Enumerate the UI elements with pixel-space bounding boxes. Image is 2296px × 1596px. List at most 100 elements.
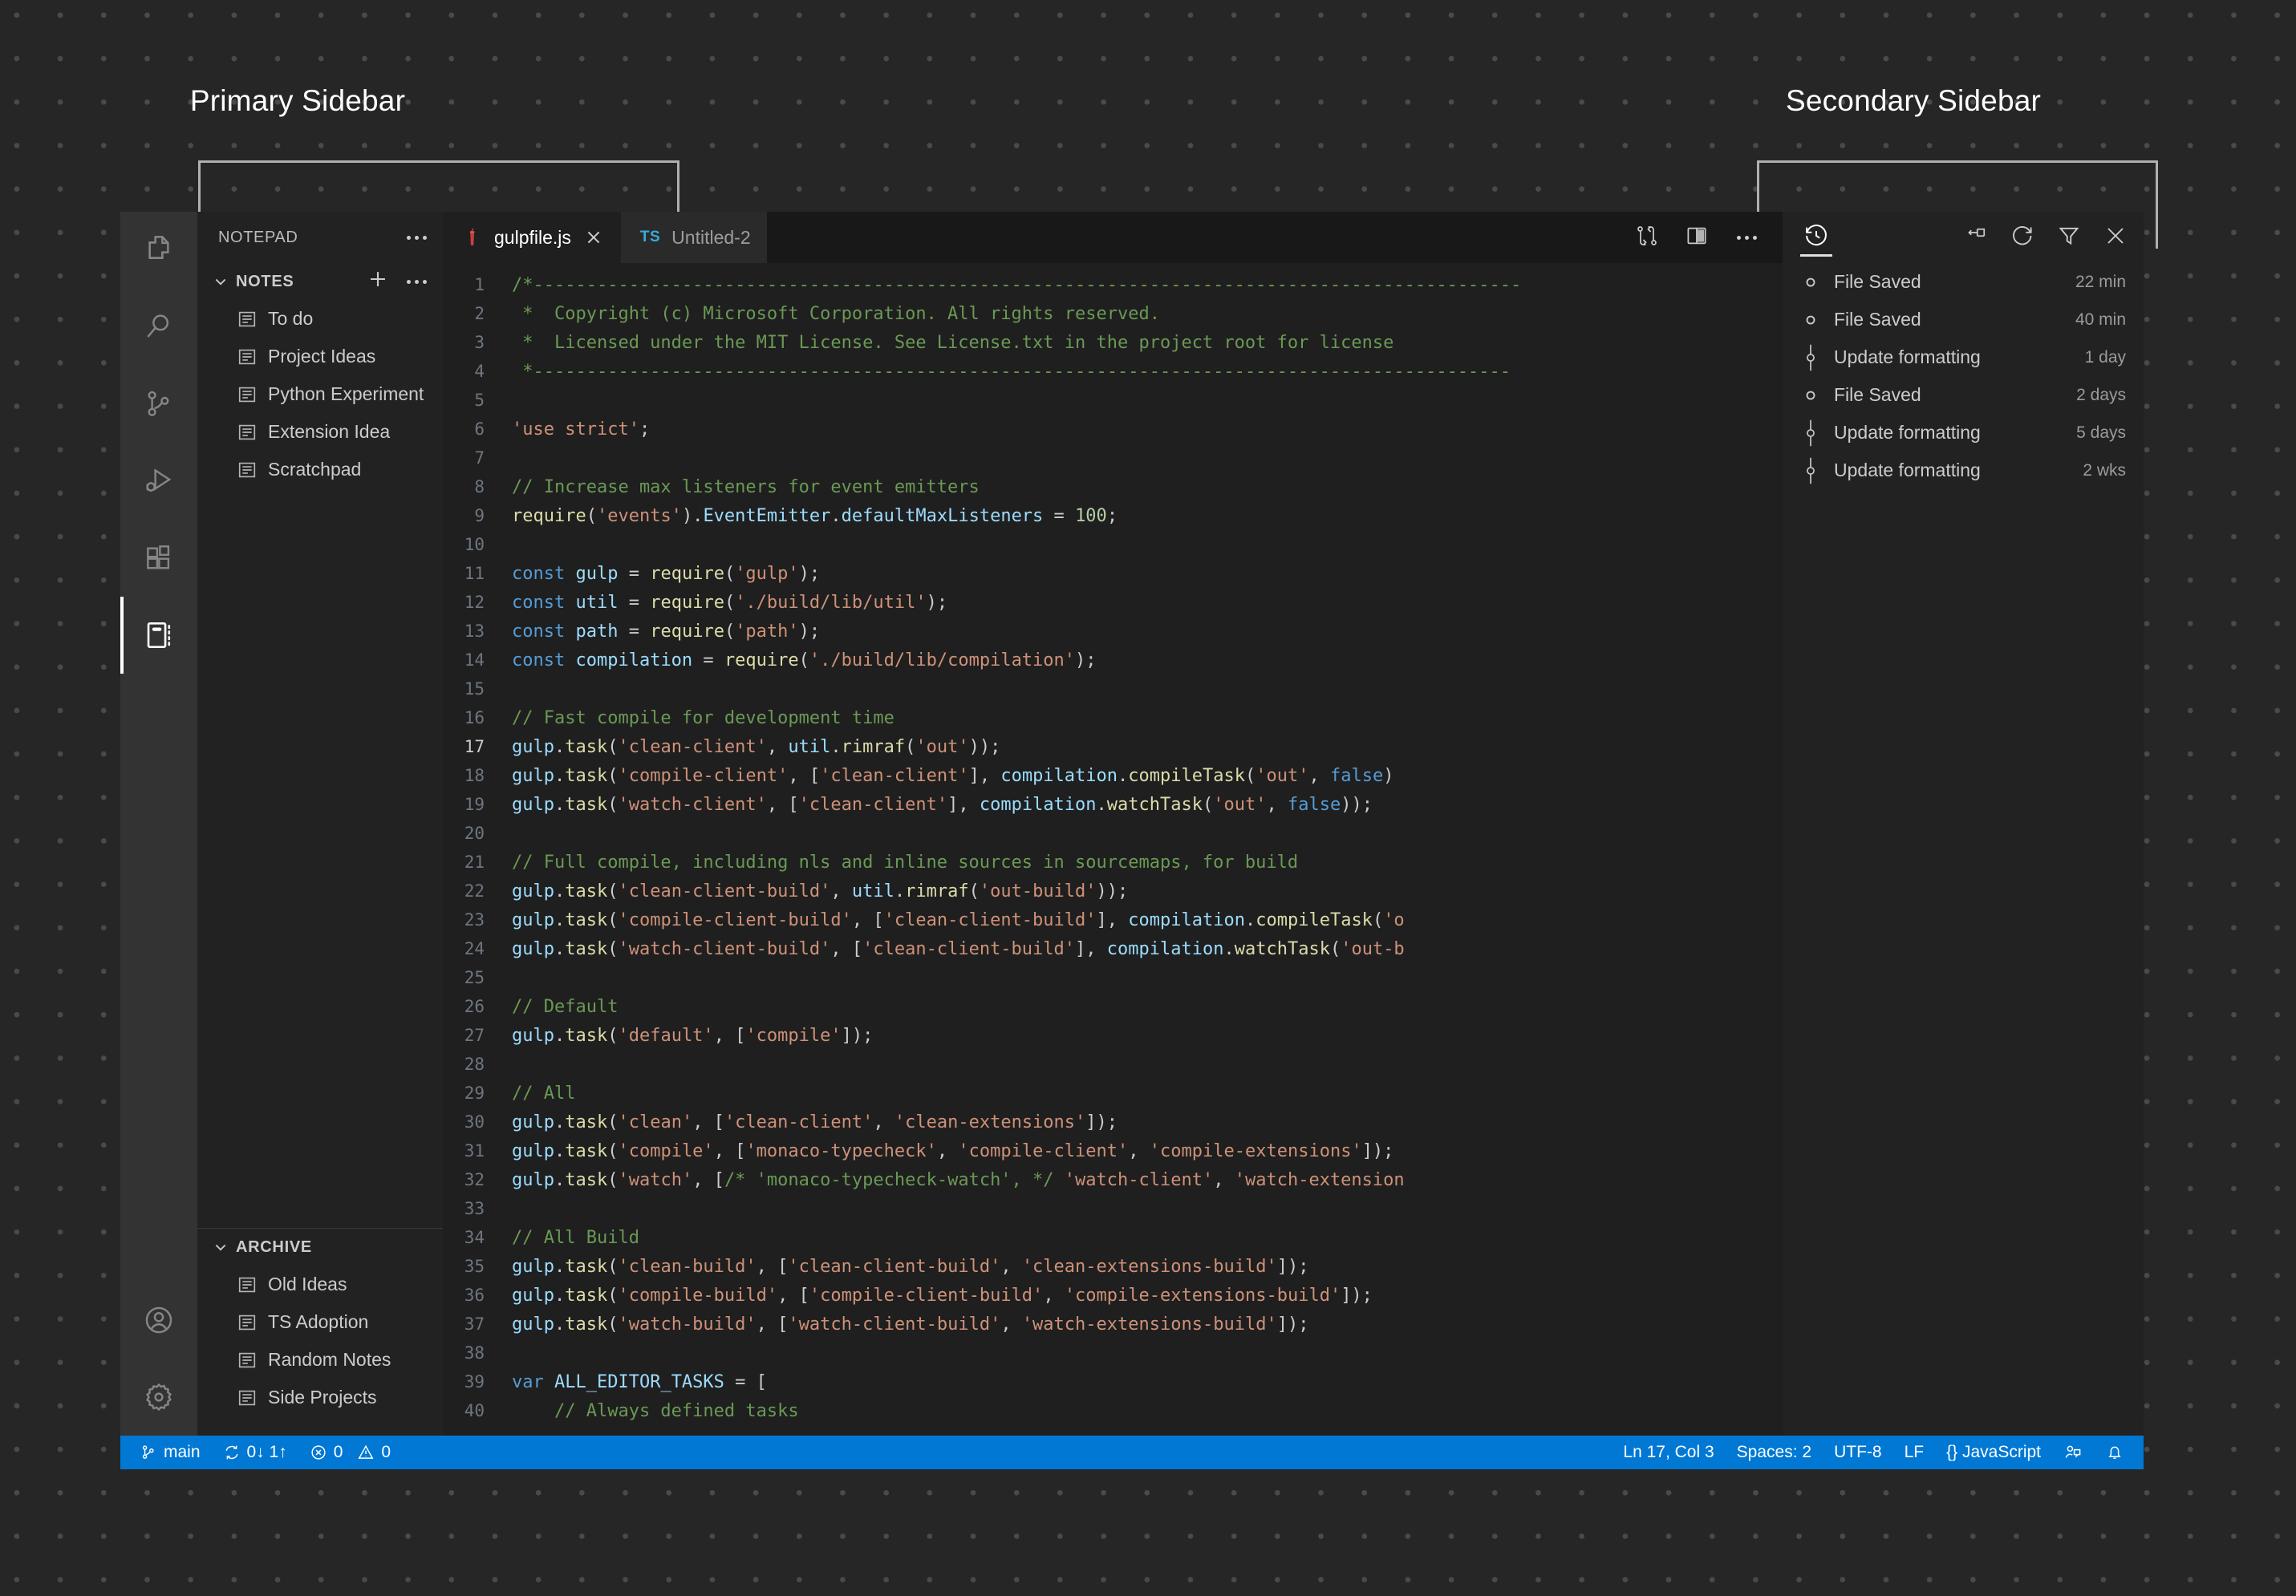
status-sync[interactable]: 0↓ 1↑ <box>212 1436 298 1469</box>
timeline-row[interactable]: File Saved 22 min <box>1783 263 2144 301</box>
refresh-button[interactable] <box>2010 224 2034 252</box>
code-line: 6 'use strict'; <box>443 415 1783 444</box>
line-text: * Licensed under the MIT License. See Li… <box>512 333 1394 353</box>
timeline-time: 2 days <box>2076 385 2126 404</box>
status-branch[interactable]: main <box>128 1436 212 1469</box>
status-cursor-position[interactable]: Ln 17, Col 3 <box>1612 1436 1725 1469</box>
editor-tab-gulpfile[interactable]: gulpfile.js <box>443 212 621 263</box>
tree-item[interactable]: Scratchpad <box>197 451 443 488</box>
status-eol[interactable]: LF <box>1893 1436 1936 1469</box>
status-notifications[interactable] <box>2094 1436 2136 1469</box>
activity-bar-item-manage[interactable] <box>120 1359 197 1436</box>
tree-item-label: Side Projects <box>268 1387 377 1408</box>
tree-item-label: TS Adoption <box>268 1311 369 1332</box>
timeline-row[interactable]: Update formatting 2 wks <box>1783 452 2144 489</box>
tree-item[interactable]: Old Ideas <box>197 1266 443 1303</box>
tree-item[interactable]: Project Ideas <box>197 338 443 375</box>
line-text: gulp.task('compile-build', ['compile-cli… <box>512 1286 1373 1306</box>
editor-tab-untitled-2[interactable]: TS Untitled-2 <box>620 212 767 263</box>
files-icon <box>142 233 176 267</box>
tree-item[interactable]: Extension Idea <box>197 413 443 451</box>
activity-bar-item-run-and-debug[interactable] <box>120 443 197 520</box>
timeline-row[interactable]: Update formatting 5 days <box>1783 414 2144 452</box>
section-header-notes[interactable]: NOTES <box>197 263 443 300</box>
more-editor-actions-button[interactable] <box>1731 222 1762 253</box>
activity-bar-item-notepad[interactable] <box>120 597 197 674</box>
activity-bar-item-explorer[interactable] <box>120 212 197 289</box>
plus-icon <box>367 269 388 294</box>
code-line: 25 <box>443 963 1783 992</box>
timeline-time: 22 min <box>2075 272 2126 291</box>
close-panel-button[interactable] <box>2103 224 2128 252</box>
activity-bar-item-source-control[interactable] <box>120 366 197 443</box>
notebook-icon <box>142 618 176 652</box>
vscode-window: NOTEPAD NOTES To do Project Ideas Python… <box>120 212 2144 1469</box>
tree-item[interactable]: TS Adoption <box>197 1303 443 1341</box>
line-number: 38 <box>464 1343 485 1363</box>
line-text: gulp.task('watch-client-build', ['clean-… <box>512 939 1405 959</box>
pin-icon <box>1964 228 1988 251</box>
tree-item[interactable]: Random Notes <box>197 1341 443 1379</box>
code-line: 24 gulp.task('watch-client-build', ['clea… <box>443 934 1783 963</box>
tree-item-label: Extension Idea <box>268 421 391 442</box>
line-text: /*--------------------------------------… <box>512 275 1522 295</box>
code-line: 33 <box>443 1194 1783 1223</box>
activity-bar-item-search[interactable] <box>120 289 197 366</box>
tree-item-label: Project Ideas <box>268 346 376 367</box>
compare-changes-button[interactable] <box>1632 222 1662 253</box>
line-number: 23 <box>464 910 485 930</box>
activity-bar-item-extensions[interactable] <box>120 520 197 597</box>
timeline-time: 1 day <box>2084 347 2126 367</box>
status-warning-count: 0 <box>381 1443 391 1461</box>
status-indentation[interactable]: Spaces: 2 <box>1726 1436 1823 1469</box>
compare-changes-icon <box>1635 224 1659 252</box>
status-feedback[interactable] <box>2052 1436 2094 1469</box>
timeline-row[interactable]: Update formatting 1 day <box>1783 338 2144 376</box>
new-note-button[interactable] <box>363 266 393 297</box>
code-line: 12 const util = require('./build/lib/util… <box>443 588 1783 617</box>
status-language-mode[interactable]: {} JavaScript <box>1935 1436 2052 1469</box>
search-icon <box>142 310 176 344</box>
tree-item[interactable]: Python Experiment <box>197 375 443 413</box>
code-line: 32 gulp.task('watch', [/* 'monaco-typeche… <box>443 1165 1783 1194</box>
status-encoding[interactable]: UTF-8 <box>1823 1436 1893 1469</box>
line-text: gulp.task('watch-build', ['watch-client-… <box>512 1314 1309 1335</box>
line-number: 15 <box>464 679 485 699</box>
line-number: 37 <box>464 1314 485 1334</box>
tree-item-label: Random Notes <box>268 1349 391 1370</box>
timeline-view-tab[interactable] <box>1799 212 1834 263</box>
activity-bar-item-accounts[interactable] <box>120 1282 197 1359</box>
pin-view-button[interactable] <box>1964 224 1988 252</box>
commit-icon <box>1802 343 1819 372</box>
split-editor-button[interactable] <box>1681 222 1712 253</box>
section-header-archive[interactable]: ARCHIVE <box>197 1229 443 1266</box>
close-icon[interactable] <box>582 226 605 249</box>
annotation-label-secondary-sidebar: Secondary Sidebar <box>1785 84 2042 117</box>
status-sync-label: 0↓ 1↑ <box>246 1443 287 1461</box>
primary-sidebar-more-actions-button[interactable] <box>401 222 432 253</box>
status-problems[interactable]: 0 0 <box>298 1436 402 1469</box>
line-text: require('events').EventEmitter.defaultMa… <box>512 506 1118 526</box>
section-label-archive: ARCHIVE <box>236 1238 312 1256</box>
tree-item-label: To do <box>268 308 314 329</box>
code-editor[interactable]: 1 /*-------------------------------------… <box>443 263 1783 1436</box>
line-text: // All <box>512 1084 576 1104</box>
sync-icon <box>223 1444 241 1461</box>
timeline-row[interactable]: File Saved 2 days <box>1783 376 2144 414</box>
secondary-sidebar-header <box>1783 212 2144 263</box>
line-text: // Default <box>512 997 619 1017</box>
line-text: // All Build <box>512 1228 639 1248</box>
tree-item[interactable]: Side Projects <box>197 1379 443 1416</box>
line-text: gulp.task('watch', [/* 'monaco-typecheck… <box>512 1170 1405 1190</box>
line-text: gulp.task('clean-build', ['clean-client-… <box>512 1257 1309 1277</box>
line-text: gulp.task('compile', ['monaco-typecheck'… <box>512 1141 1394 1161</box>
filter-button[interactable] <box>2057 224 2081 252</box>
notes-more-actions-button[interactable] <box>401 266 432 297</box>
commit-icon <box>1802 419 1819 448</box>
code-line: 31 gulp.task('compile', ['monaco-typechec… <box>443 1136 1783 1165</box>
tree-item[interactable]: To do <box>197 300 443 338</box>
line-text: 'use strict'; <box>512 419 651 440</box>
account-icon <box>142 1303 176 1337</box>
timeline-row[interactable]: File Saved 40 min <box>1783 301 2144 338</box>
line-text: gulp.task('compile-client-build', ['clea… <box>512 910 1405 930</box>
